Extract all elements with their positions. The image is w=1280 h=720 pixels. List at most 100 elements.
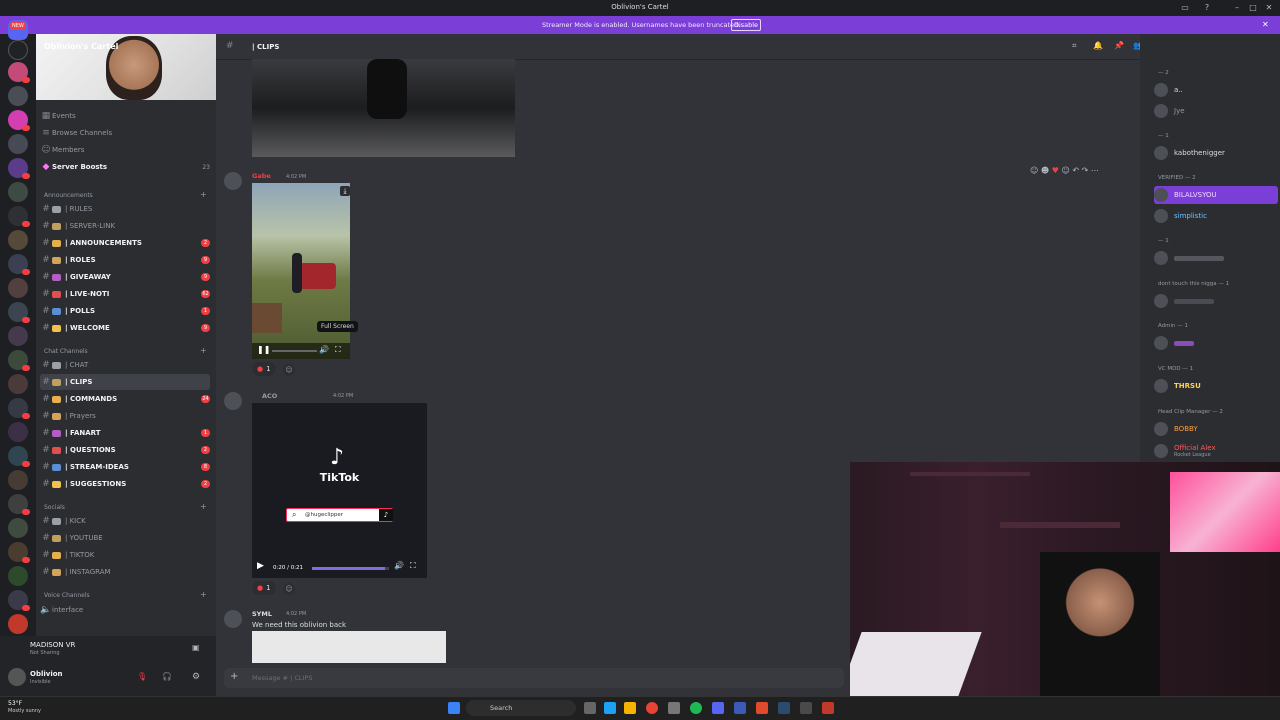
menu-server-boosts[interactable]: ◆ Server Boosts 23 bbox=[40, 159, 210, 175]
store-icon[interactable] bbox=[668, 702, 680, 714]
server-icon[interactable] bbox=[8, 254, 30, 275]
server-icon[interactable] bbox=[8, 278, 28, 298]
app-icon[interactable] bbox=[756, 702, 768, 714]
add-channel-icon[interactable]: + bbox=[200, 502, 207, 511]
server-name[interactable]: Oblivion's Cartel bbox=[44, 42, 118, 51]
channel-item[interactable]: # | KICK bbox=[40, 513, 210, 529]
member-item[interactable]: kabothenigger bbox=[1154, 144, 1278, 162]
message-image[interactable] bbox=[252, 631, 446, 663]
channel-item[interactable]: # | LIVE-NOTI 62 bbox=[40, 286, 210, 302]
message-composer[interactable] bbox=[224, 668, 844, 688]
server-icon[interactable] bbox=[8, 614, 28, 634]
server-icon[interactable] bbox=[8, 86, 28, 106]
fullscreen-icon[interactable]: ⛶ bbox=[410, 561, 416, 571]
member-item-highlighted[interactable]: BILALVSYOU bbox=[1154, 186, 1278, 204]
channel-item[interactable]: # | STREAM-IDEAS 8 bbox=[40, 459, 210, 475]
server-icon[interactable] bbox=[8, 470, 28, 490]
pin-icon[interactable]: 📌 bbox=[1114, 41, 1124, 50]
help-icon[interactable]: ? bbox=[1202, 3, 1212, 13]
member-item[interactable]: a.. bbox=[1154, 81, 1278, 99]
add-reaction-icon[interactable]: ☺ bbox=[283, 583, 295, 595]
chrome-icon[interactable] bbox=[646, 702, 658, 714]
message-author[interactable]: ACO bbox=[262, 392, 277, 400]
server-icon[interactable] bbox=[8, 590, 30, 611]
close-button[interactable]: ✕ bbox=[1264, 3, 1274, 13]
server-icon[interactable] bbox=[8, 62, 30, 83]
add-channel-icon[interactable]: + bbox=[200, 346, 207, 355]
category-voice[interactable]: Voice Channels bbox=[44, 592, 90, 599]
app-icon[interactable] bbox=[822, 702, 834, 714]
channel-item[interactable]: # | YOUTUBE bbox=[40, 530, 210, 546]
message-author[interactable]: Gabe bbox=[252, 172, 271, 180]
message-avatar[interactable] bbox=[224, 610, 242, 628]
threads-icon[interactable]: ⌗ bbox=[1072, 41, 1077, 51]
deafen-icon[interactable]: 🎧 bbox=[162, 672, 172, 681]
clip-image[interactable] bbox=[252, 59, 515, 157]
server-icon[interactable] bbox=[8, 206, 30, 227]
channel-item[interactable]: # | POLLS 1 bbox=[40, 303, 210, 319]
volume-icon[interactable]: 🔊 bbox=[394, 561, 404, 570]
app-icon[interactable] bbox=[800, 702, 812, 714]
channel-item[interactable]: # | ANNOUNCEMENTS 2 bbox=[40, 235, 210, 251]
settings-gear-icon[interactable]: ⚙ bbox=[192, 672, 200, 682]
play-icon[interactable]: ▶ bbox=[257, 561, 264, 571]
server-icon[interactable] bbox=[8, 446, 30, 467]
channel-item[interactable]: # | COMMANDS 24 bbox=[40, 391, 210, 407]
channel-item[interactable]: # | ROLES 9 bbox=[40, 252, 210, 268]
server-icon[interactable] bbox=[8, 110, 30, 131]
server-icon[interactable] bbox=[8, 494, 30, 515]
weather-widget[interactable]: 53°F Mostly sunny bbox=[8, 700, 41, 714]
menu-members[interactable]: ☺ Members bbox=[40, 142, 210, 158]
server-icon[interactable] bbox=[8, 374, 28, 394]
member-item[interactable] bbox=[1154, 292, 1278, 310]
server-icon[interactable] bbox=[8, 398, 30, 419]
reaction-chip[interactable]: ● 1 bbox=[252, 362, 276, 376]
channel-item[interactable]: # | CLIPS bbox=[40, 374, 210, 390]
taskbar-search[interactable]: Search bbox=[466, 700, 576, 716]
spotify-icon[interactable] bbox=[690, 702, 702, 714]
server-icon[interactable] bbox=[8, 422, 28, 442]
member-item[interactable] bbox=[1154, 249, 1278, 267]
category-announcements[interactable]: Announcements bbox=[44, 192, 93, 199]
channel-item[interactable]: # | FANART 1 bbox=[40, 425, 210, 441]
add-reaction-icon[interactable]: ☺ bbox=[283, 364, 295, 376]
member-item[interactable]: Official Alex Rocket League bbox=[1154, 441, 1278, 461]
channel-item[interactable]: # | QUESTIONS 2 bbox=[40, 442, 210, 458]
user-avatar[interactable] bbox=[8, 668, 26, 686]
member-item[interactable] bbox=[1154, 334, 1278, 352]
video-progress-track[interactable] bbox=[312, 567, 389, 570]
category-socials[interactable]: Socials bbox=[44, 504, 65, 511]
message-avatar[interactable] bbox=[224, 172, 242, 190]
discord-icon[interactable] bbox=[712, 702, 724, 714]
add-channel-icon[interactable]: + bbox=[200, 190, 207, 199]
channel-item[interactable]: # | WELCOME 9 bbox=[40, 320, 210, 336]
member-item[interactable]: THRSU bbox=[1154, 377, 1278, 395]
channel-item[interactable]: # | RULES bbox=[40, 201, 210, 217]
user-name[interactable]: Oblivion bbox=[30, 670, 63, 678]
task-view-icon[interactable] bbox=[584, 702, 596, 714]
server-icon[interactable] bbox=[8, 230, 28, 250]
menu-events[interactable]: ▦ Events bbox=[40, 108, 210, 124]
banner-close-icon[interactable]: ✕ bbox=[1262, 20, 1269, 29]
server-icon[interactable] bbox=[8, 350, 30, 371]
disconnect-icon[interactable]: ▣ bbox=[192, 643, 200, 652]
tiktok-video-player[interactable]: ♪ TikTok ⌕ @hugeclipper ♪ ▶ 0:20 / 0:21 … bbox=[252, 403, 427, 578]
disable-streamer-mode-button[interactable]: Disable bbox=[731, 19, 761, 31]
fullscreen-icon[interactable]: ⛶ bbox=[335, 345, 341, 355]
channel-item[interactable]: # | GIVEAWAY 9 bbox=[40, 269, 210, 285]
channel-item[interactable]: # | Prayers bbox=[40, 408, 210, 424]
invite-icon[interactable]: ⚇ bbox=[200, 42, 207, 51]
channel-item[interactable]: # | INSTAGRAM bbox=[40, 564, 210, 580]
server-icon[interactable] bbox=[8, 302, 30, 323]
download-icon[interactable]: ⤓ bbox=[340, 186, 350, 196]
inbox-icon[interactable]: ▭ bbox=[1180, 3, 1190, 13]
member-item[interactable]: Jye bbox=[1154, 102, 1278, 120]
pause-icon[interactable]: ❚❚ bbox=[257, 345, 270, 354]
server-icon[interactable] bbox=[8, 566, 28, 586]
server-icon[interactable] bbox=[8, 518, 28, 538]
volume-icon[interactable]: 🔊 bbox=[319, 345, 329, 354]
video-progress[interactable] bbox=[272, 350, 317, 352]
app-icon[interactable] bbox=[734, 702, 746, 714]
server-icon[interactable] bbox=[8, 326, 28, 346]
video-player[interactable]: ⤓ ❚❚ 🔊 ⛶ bbox=[252, 183, 350, 359]
